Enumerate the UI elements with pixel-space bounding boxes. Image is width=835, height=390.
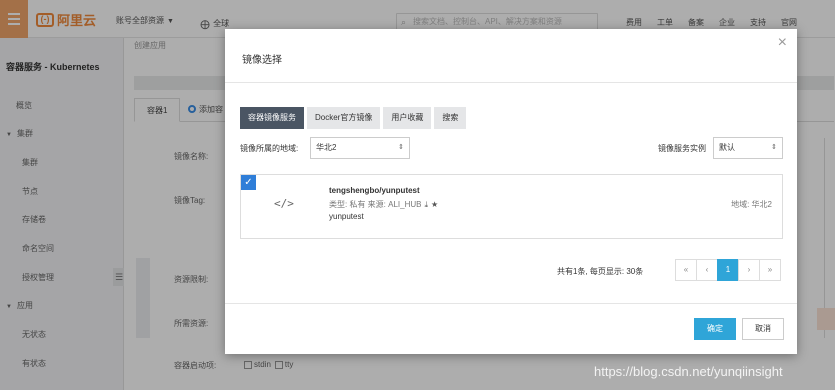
repo-meta-text: 类型: 私有 来源: ALI_HUB [329, 200, 422, 209]
chevron-updown-icon: ⇕ [771, 144, 777, 151]
close-icon[interactable]: × [778, 35, 787, 51]
image-source-tabs: 容器镜像服务 Docker官方镜像 用户收藏 搜索 [240, 107, 467, 129]
confirm-button[interactable]: 确定 [694, 318, 736, 340]
tab-search[interactable]: 搜索 [434, 107, 467, 129]
repo-name: tengshengbo/yunputest [329, 186, 420, 195]
watermark: https://blog.csdn.net/yunqiinsight [594, 364, 783, 379]
tab-container-registry[interactable]: 容器镜像服务 [240, 107, 304, 129]
repo-meta: 类型: 私有 来源: ALI_HUB ⤓ ★ [329, 199, 438, 210]
pagination-summary: 共有1条, 每页显示: 30条 [557, 267, 644, 276]
filter-row: 镜像所属的地域: 华北2 ⇕ 镜像服务实例 默认 ⇕ [240, 137, 783, 159]
image-result-card[interactable]: ✓ </> tengshengbo/yunputest 类型: 私有 来源: A… [240, 174, 783, 239]
region-select-value: 华北2 [316, 143, 337, 152]
page-1-button[interactable]: 1 [717, 259, 739, 281]
pagination: « ‹ 1 › » [675, 259, 781, 281]
cancel-button[interactable]: 取消 [742, 318, 784, 340]
instance-select[interactable]: 默认 ⇕ [713, 137, 783, 159]
first-page-button[interactable]: « [675, 259, 697, 281]
next-page-button[interactable]: › [738, 259, 760, 281]
star-icon[interactable]: ★ [431, 200, 438, 209]
last-page-button[interactable]: » [759, 259, 781, 281]
tab-docker-official[interactable]: Docker官方镜像 [307, 107, 381, 129]
selected-checkbox[interactable]: ✓ [241, 175, 256, 190]
dialog-footer: 确定 取消 [225, 303, 797, 354]
dialog-header: 镜像选择 × [225, 29, 797, 83]
region-filter-label: 镜像所属的地域: [240, 144, 299, 153]
code-icon: </> [274, 197, 294, 210]
region-select[interactable]: 华北2 ⇕ [310, 137, 410, 159]
instance-select-value: 默认 [719, 143, 735, 152]
prev-page-button[interactable]: ‹ [696, 259, 718, 281]
repo-region: 地域: 华北2 [731, 200, 772, 209]
tab-user-favorites[interactable]: 用户收藏 [383, 107, 432, 129]
instance-filter-label: 镜像服务实例 [658, 144, 706, 153]
dialog-title: 镜像选择 [242, 55, 282, 66]
image-select-dialog: 镜像选择 × 容器镜像服务 Docker官方镜像 用户收藏 搜索 镜像所属的地域… [225, 29, 797, 354]
repo-description: yunputest [329, 212, 364, 221]
chevron-updown-icon: ⇕ [398, 144, 404, 151]
download-icon: ⤓ [424, 200, 429, 209]
